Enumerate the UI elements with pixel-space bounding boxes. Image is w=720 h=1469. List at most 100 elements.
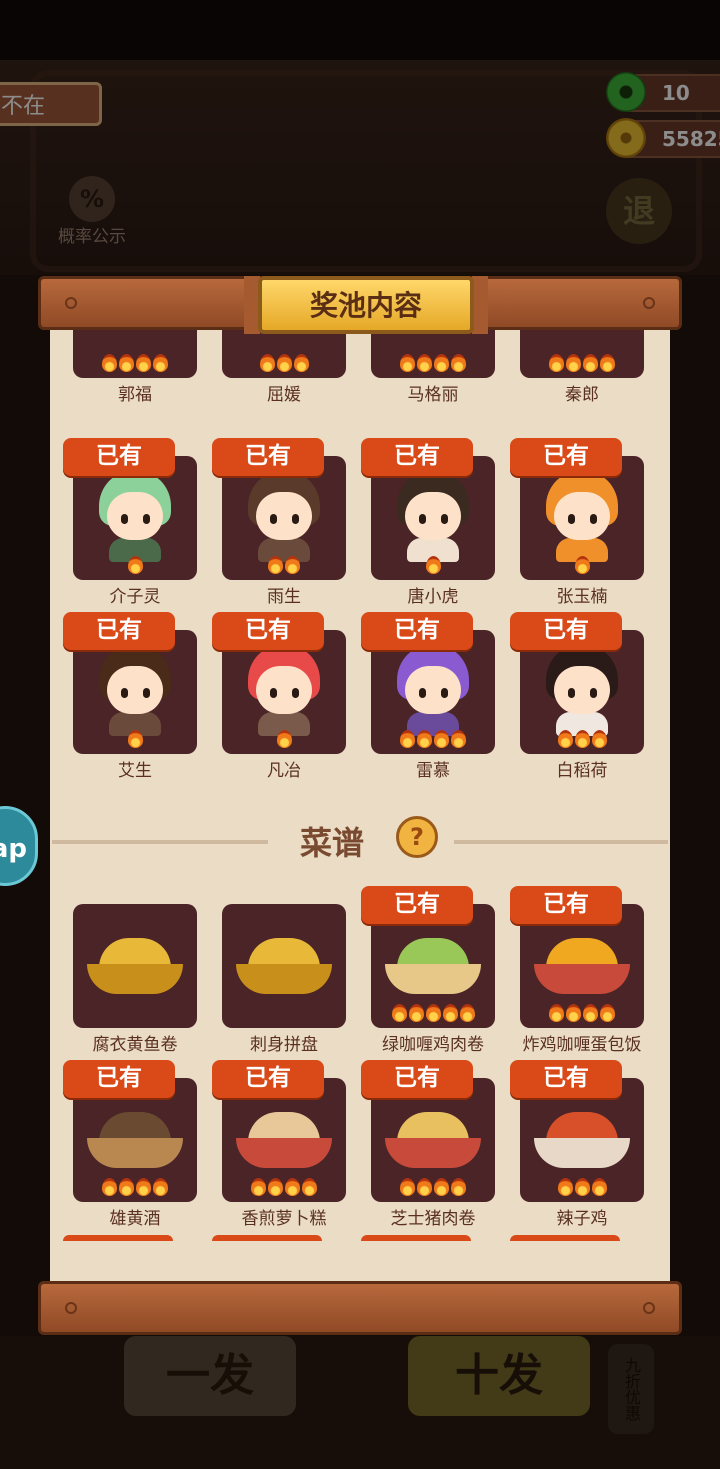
character-tile	[73, 330, 197, 378]
face	[256, 492, 312, 540]
flame-icon	[417, 1178, 432, 1196]
divider-left	[52, 840, 268, 844]
character-name: 屈媛	[267, 385, 301, 405]
dish-icon	[534, 934, 630, 996]
owned-badge: 已有	[212, 612, 324, 650]
owned-badge: 已有	[212, 438, 324, 476]
eye	[143, 514, 150, 524]
flame-icon	[583, 354, 598, 372]
flame-icon	[127, 556, 143, 574]
flame-icon	[293, 354, 309, 372]
owned-badge: 已有	[361, 1060, 473, 1098]
character-name: 艾生	[118, 761, 152, 781]
eye	[292, 514, 299, 524]
flame-icon	[442, 1004, 458, 1022]
flame-icon	[391, 1004, 407, 1022]
prize-pool-panel[interactable]: 菜谱 ? 郭福 屈媛 马格丽 秦郎 已有 介子灵 已有 雨生 已有 唐小虎 已有 张玉楠 已有 艾生 已有凡…	[50, 330, 670, 1282]
flame-icon	[425, 1004, 441, 1022]
flame-icon	[285, 556, 300, 574]
recipe-name: 炸鸡咖喱蛋包饭	[522, 1035, 642, 1055]
eye	[590, 514, 597, 524]
recipe-name: 腐衣黄鱼卷	[92, 1035, 178, 1055]
face	[554, 666, 610, 714]
flame-icon	[600, 1004, 615, 1022]
flame-icon	[566, 354, 581, 372]
flame-rating	[520, 556, 644, 578]
flame-rating	[520, 1004, 644, 1026]
plate	[236, 1138, 332, 1168]
eye	[143, 688, 150, 698]
owned-badge: 已有	[212, 1060, 324, 1098]
flame-icon	[400, 1178, 415, 1196]
flame-rating	[73, 556, 197, 578]
owned-badge-partial	[361, 1235, 471, 1241]
recipe-name: 香煎萝卜糕	[241, 1209, 327, 1229]
character-name: 介子灵	[109, 587, 161, 607]
flame-icon	[417, 730, 432, 748]
flame-icon	[302, 1178, 317, 1196]
plate	[87, 1138, 183, 1168]
flame-rating	[371, 730, 495, 752]
eye	[590, 688, 597, 698]
recipe-name: 辣子鸡	[556, 1209, 608, 1229]
flame-icon	[417, 354, 432, 372]
eye	[121, 514, 128, 524]
character-tile	[371, 330, 495, 378]
flame-icon	[276, 730, 292, 748]
eye	[419, 688, 426, 698]
scroll-bottom-rod	[38, 1281, 682, 1335]
face	[554, 492, 610, 540]
face	[107, 492, 163, 540]
character-portrait-icon	[393, 644, 473, 736]
character-name: 唐小虎	[407, 587, 459, 607]
character-portrait-icon	[95, 644, 175, 736]
face	[256, 666, 312, 714]
plate	[385, 964, 481, 994]
nail-icon	[643, 1302, 655, 1314]
recipe-name: 雄黄酒	[109, 1209, 161, 1229]
flame-icon	[136, 1178, 151, 1196]
flame-icon	[285, 1178, 300, 1196]
dish-icon	[385, 934, 481, 996]
owned-badge: 已有	[63, 1060, 175, 1098]
flame-icon	[127, 730, 143, 748]
flame-icon	[583, 1004, 598, 1022]
flame-icon	[434, 730, 449, 748]
owned-badge: 已有	[63, 438, 175, 476]
help-icon[interactable]: ?	[396, 816, 438, 858]
flame-icon	[451, 730, 466, 748]
divider-right	[454, 840, 668, 844]
flame-icon	[153, 1178, 168, 1196]
flame-icon	[434, 1178, 449, 1196]
character-name: 秦郎	[565, 385, 599, 405]
eye	[568, 688, 575, 698]
plate	[534, 1138, 630, 1168]
owned-badge-partial	[63, 1235, 173, 1241]
flame-icon	[566, 1004, 581, 1022]
flame-icon	[268, 1178, 283, 1196]
flame-icon	[600, 354, 615, 372]
character-portrait-icon	[244, 644, 324, 736]
flame-icon	[574, 556, 590, 574]
character-tile	[520, 330, 644, 378]
recipe-name: 刺身拼盘	[250, 1035, 318, 1055]
flame-rating	[222, 354, 346, 376]
dish-icon	[534, 1108, 630, 1170]
flame-icon	[400, 730, 415, 748]
eye	[441, 514, 448, 524]
flame-rating	[520, 354, 644, 376]
flame-icon	[408, 1004, 424, 1022]
nail-icon	[643, 297, 655, 309]
character-portrait-icon	[542, 644, 622, 736]
flame-icon	[451, 1178, 466, 1196]
flame-icon	[591, 730, 607, 748]
plate	[534, 964, 630, 994]
flame-icon	[434, 354, 449, 372]
character-name: 凡冶	[267, 761, 301, 781]
owned-badge: 已有	[63, 612, 175, 650]
flame-rating	[520, 730, 644, 752]
flame-icon	[153, 354, 168, 372]
face	[405, 492, 461, 540]
nail-icon	[65, 1302, 77, 1314]
flame-rating	[371, 1178, 495, 1200]
